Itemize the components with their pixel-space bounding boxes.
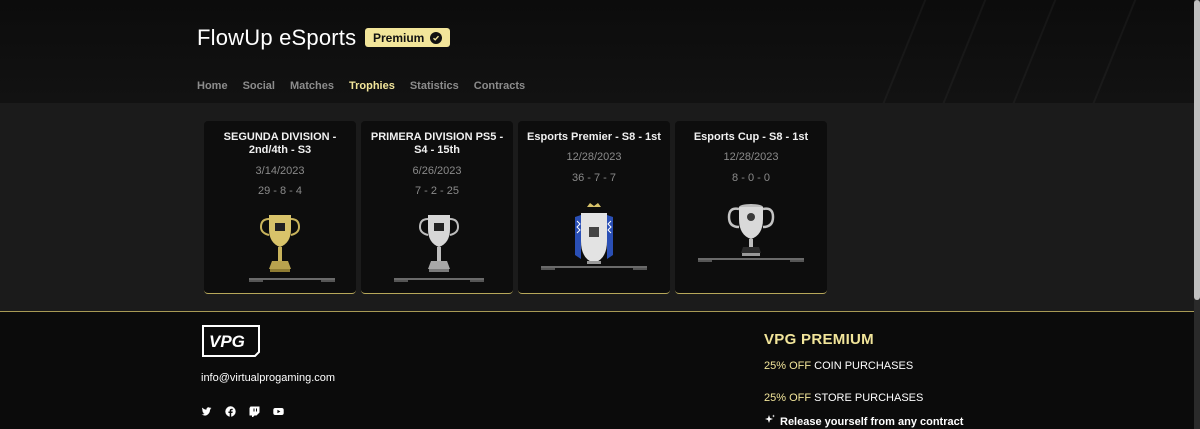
team-header: FlowUp eSports Premium Home Social Match…	[0, 0, 1194, 103]
silver-cup-icon	[361, 211, 513, 283]
team-nav: Home Social Matches Trophies Statistics …	[197, 80, 525, 92]
twitter-icon[interactable]	[201, 404, 212, 416]
perk-highlight: 25% OFF	[764, 392, 812, 404]
contact-email-link[interactable]: info@virtualprogaming.com	[201, 372, 335, 384]
trophy-name: Esports Premier - S8 - 1st	[527, 131, 661, 143]
trophy-name: Esports Cup - S8 - 1st	[693, 131, 809, 143]
header-decoration	[870, 0, 932, 103]
tab-contracts[interactable]: Contracts	[474, 80, 525, 92]
social-links	[201, 404, 284, 417]
perk-text: COIN PURCHASES	[811, 360, 914, 372]
trophy-card[interactable]: Esports Cup - S8 - 1st 12/28/2023 8 - 0 …	[675, 121, 827, 294]
trophy-date: 12/28/2023	[566, 151, 622, 163]
tab-matches[interactable]: Matches	[290, 80, 334, 92]
tab-social[interactable]: Social	[243, 80, 275, 92]
trophy-record: 7 - 2 - 25	[414, 185, 460, 197]
tab-home[interactable]: Home	[197, 80, 228, 92]
scrollbar-thumb[interactable]	[1194, 0, 1200, 300]
trophy-name: PRIMERA DIVISION PS5 - S4 - 15th	[370, 131, 504, 156]
page-scrollbar[interactable]	[1194, 0, 1200, 429]
trophy-record: 29 - 8 - 4	[257, 185, 303, 197]
trophy-card[interactable]: PRIMERA DIVISION PS5 - S4 - 15th 6/26/20…	[361, 121, 513, 294]
premium-title: VPG PREMIUM	[764, 331, 874, 348]
trophy-name: SEGUNDA DIVISION - 2nd/4th - S3	[223, 131, 337, 156]
site-footer: VPG info@virtualprogaming.com VPG PREMIU…	[0, 312, 1194, 429]
perk-text: STORE PURCHASES	[811, 392, 924, 404]
perk-coin-discount: 25% OFF COIN PURCHASES	[764, 360, 913, 372]
premium-badge: Premium	[365, 28, 451, 47]
tab-statistics[interactable]: Statistics	[410, 80, 459, 92]
trophy-card[interactable]: SEGUNDA DIVISION - 2nd/4th - S3 3/14/202…	[204, 121, 356, 294]
gold-cup-icon	[204, 211, 356, 283]
tab-trophies[interactable]: Trophies	[349, 80, 395, 92]
sparkle-icon	[764, 414, 776, 429]
twitch-icon[interactable]	[249, 404, 260, 417]
team-name: FlowUp eSports	[197, 25, 357, 50]
verified-check-icon	[430, 31, 443, 44]
perk-text: Release yourself from any contract	[780, 415, 964, 428]
logo-wordmark: VPG	[209, 332, 245, 351]
trophy-date: 12/28/2023	[723, 151, 779, 163]
facebook-icon[interactable]	[225, 404, 236, 417]
trophy-list: SEGUNDA DIVISION - 2nd/4th - S3 3/14/202…	[204, 121, 827, 294]
header-decoration	[1000, 0, 1062, 103]
trophy-date: 6/26/2023	[412, 165, 462, 177]
trophy-date: 3/14/2023	[255, 165, 305, 177]
premium-badge-label: Premium	[373, 30, 425, 45]
vpg-logo[interactable]: VPG	[201, 324, 263, 363]
header-decoration	[1080, 0, 1142, 103]
champions-cup-icon	[675, 199, 827, 271]
premier-trophy-icon	[518, 201, 670, 273]
header-decoration	[930, 0, 992, 103]
youtube-icon[interactable]	[273, 404, 284, 415]
trophy-record: 8 - 0 - 0	[732, 172, 770, 184]
trophy-record: 36 - 7 - 7	[571, 172, 617, 184]
perk-highlight: 25% OFF	[764, 360, 812, 372]
trophy-card[interactable]: Esports Premier - S8 - 1st 12/28/2023 36…	[518, 121, 670, 294]
perk-store-discount: 25% OFF STORE PURCHASES	[764, 392, 923, 404]
perk-contract-release: Release yourself from any contract	[764, 414, 963, 429]
